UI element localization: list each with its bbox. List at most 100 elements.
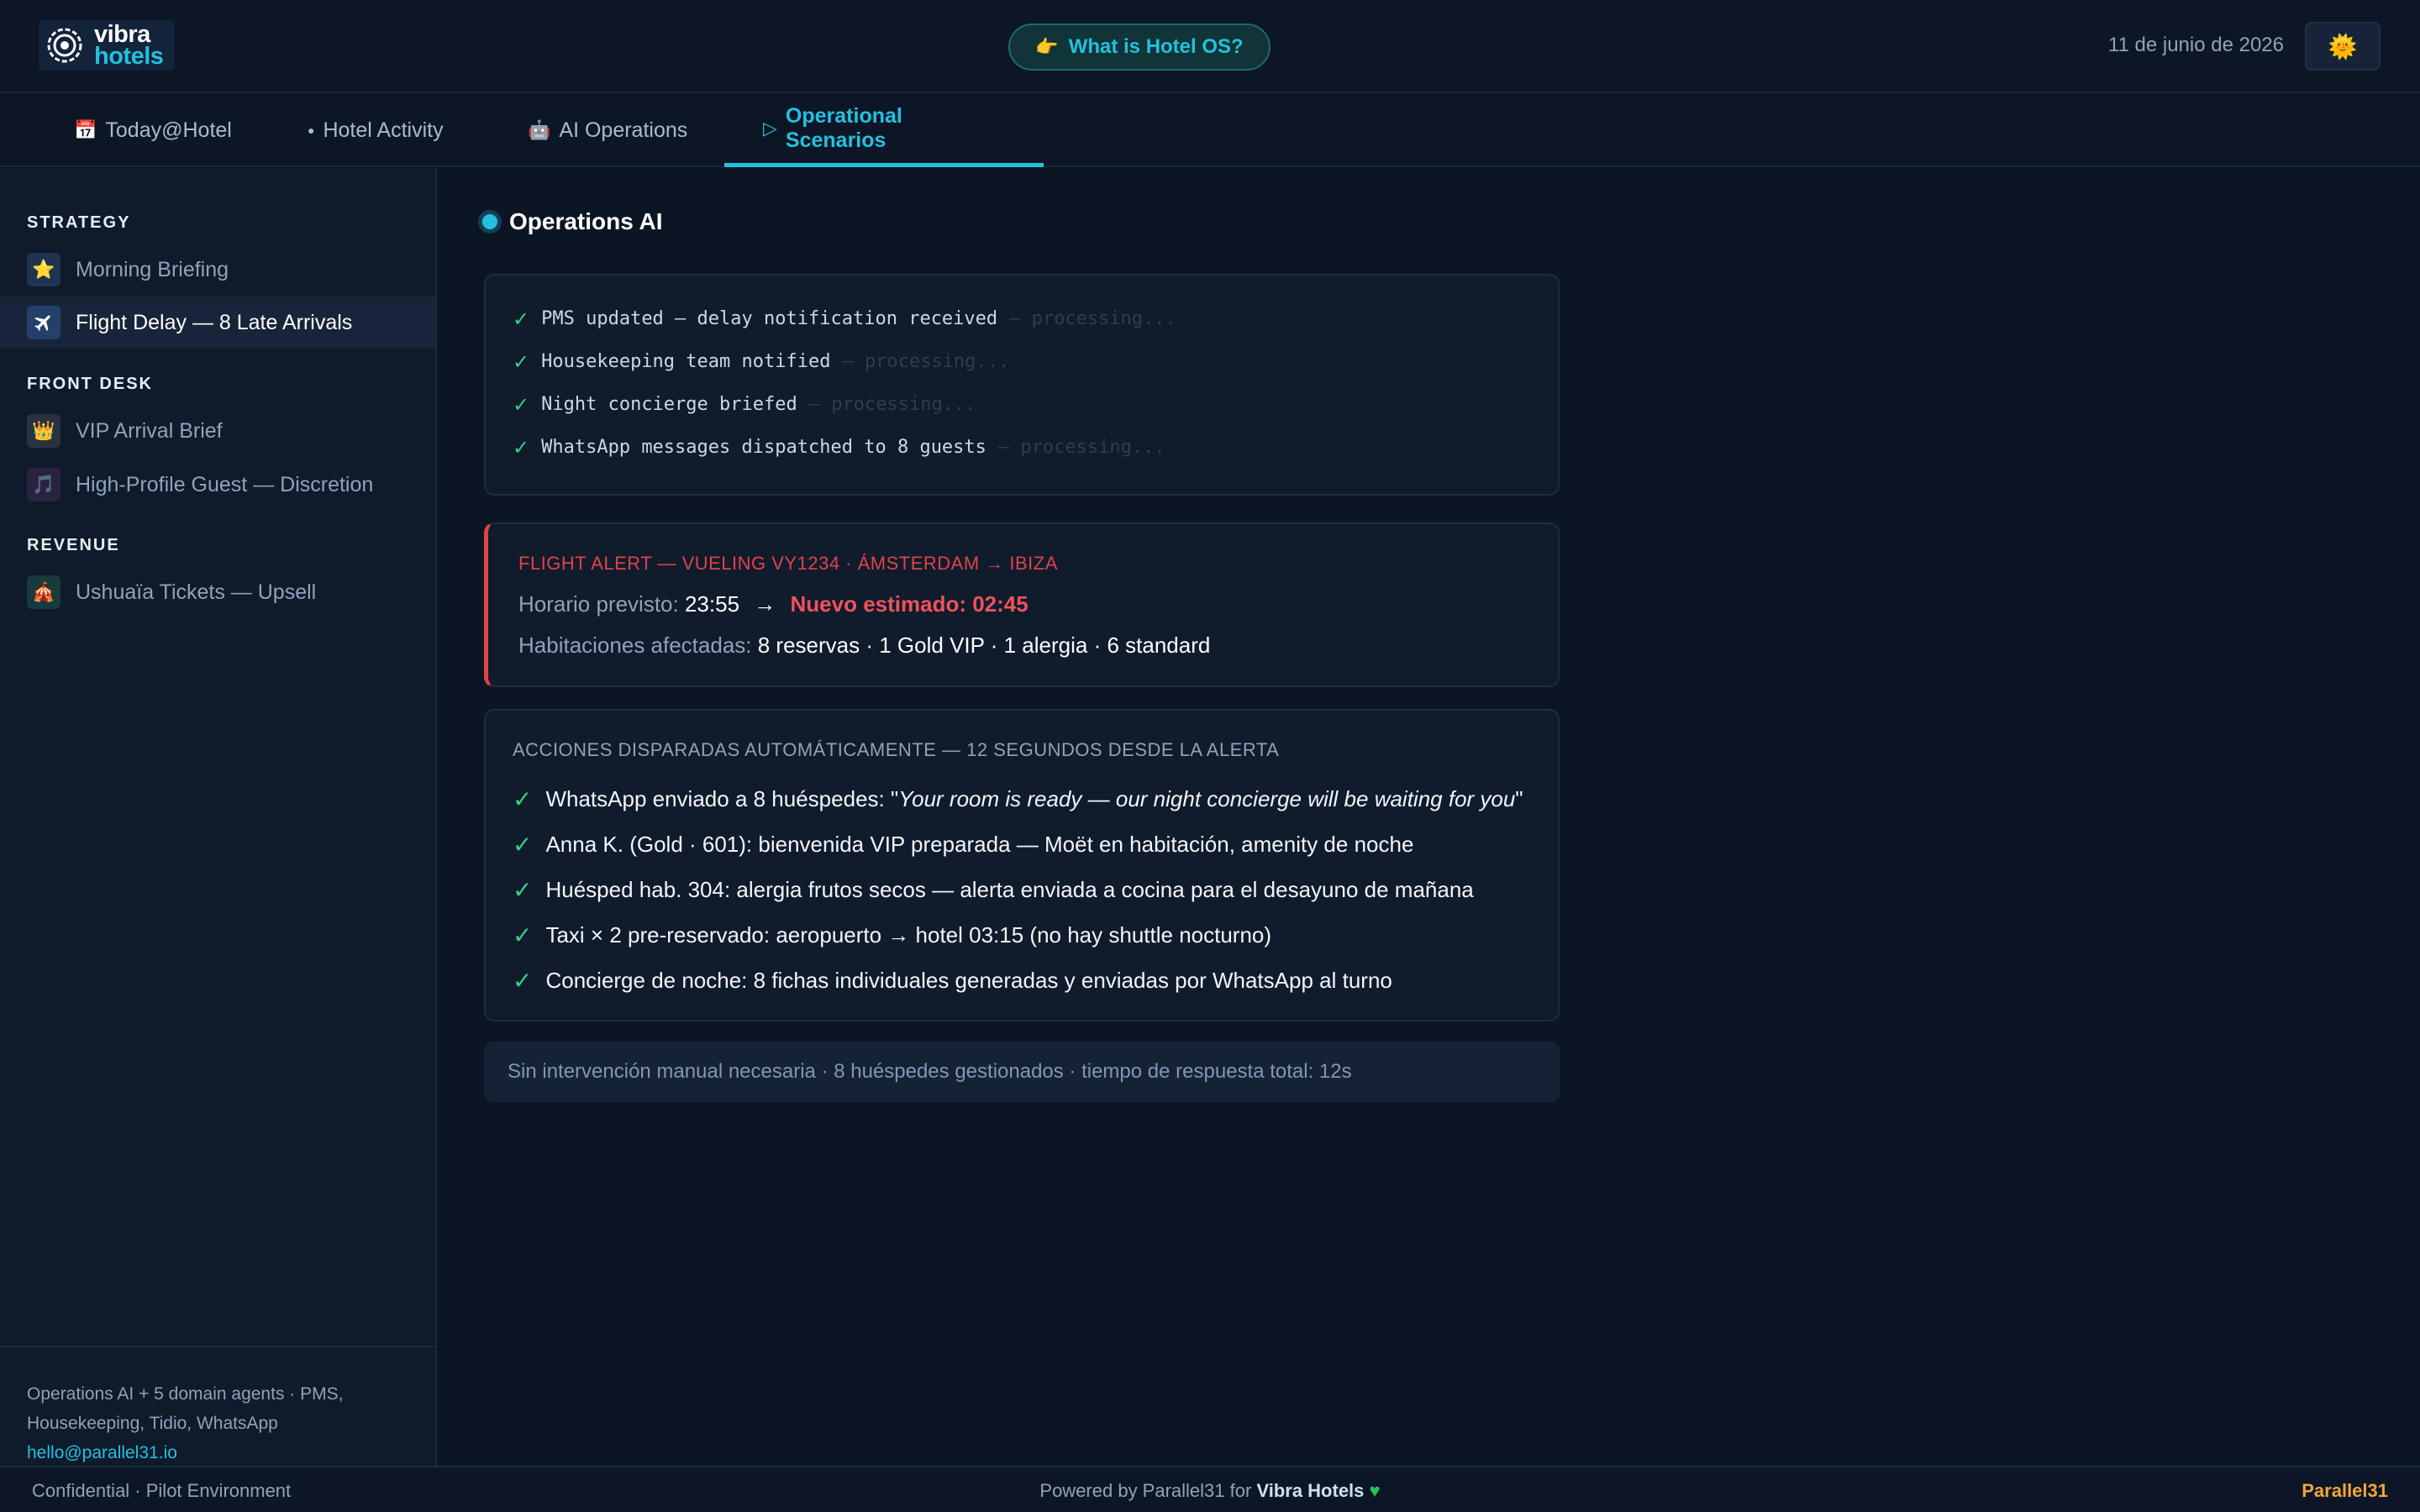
check-icon: ✓: [513, 349, 530, 374]
footer-brand: Vibra Hotels: [1256, 1480, 1365, 1501]
log-text: PMS updated — delay notification receive…: [541, 308, 998, 329]
live-status-dot-icon: [482, 214, 497, 229]
tab-today-hotel[interactable]: 📅 Today@Hotel: [35, 93, 271, 167]
action-item: ✓ Anna K. (Gold · 601): bienvenida VIP p…: [513, 822, 1558, 867]
sidebar-item-label: High-Profile Guest — Discretion: [76, 472, 374, 496]
check-icon: ✓: [513, 967, 533, 994]
action-text: WhatsApp enviado a 8 huéspedes: ": [545, 785, 899, 811]
operations-log: ✓ PMS updated — delay notification recei…: [484, 274, 1560, 496]
what-is-hotel-os-label: What is Hotel OS?: [1068, 35, 1244, 58]
main-tabs: 📅 Today@Hotel ● Hotel Activity 🤖 AI Oper…: [0, 93, 2420, 167]
section-title-revenue: REVENUE: [27, 536, 120, 554]
rooms-label: Habitaciones afectadas:: [518, 633, 752, 658]
action-text: Huésped hab. 304: alergia frutos secos —…: [545, 876, 1474, 902]
scheduled-label: Horario previsto:: [518, 591, 679, 617]
log-status: — processing...: [997, 437, 1165, 458]
action-quote: Your room is ready — our night concierge…: [898, 785, 1516, 811]
schedule-row: Horario previsto: 23:55 → Nuevo estimado…: [518, 591, 1558, 617]
log-text: WhatsApp messages dispatched to 8 guests: [541, 437, 986, 458]
action-text: Concierge de noche: 8 fichas individuale…: [545, 967, 1392, 993]
log-text: Night concierge briefed: [541, 394, 797, 415]
log-line: ✓ WhatsApp messages dispatched to 8 gues…: [486, 426, 1558, 469]
panel-title: Operations AI: [482, 208, 663, 235]
check-icon: ✓: [513, 392, 530, 417]
contact-email-link[interactable]: hello@parallel31.io: [27, 1438, 408, 1467]
panel-title-text: Operations AI: [509, 208, 663, 234]
log-line: ✓ PMS updated — delay notification recei…: [486, 297, 1558, 340]
check-icon: ✓: [513, 831, 533, 858]
log-status: — processing...: [842, 351, 1010, 372]
affected-rooms-row: Habitaciones afectadas: 8 reservas · 1 G…: [518, 633, 1558, 659]
scheduled-time: 23:55: [684, 591, 740, 617]
flight-alert-card: FLIGHT ALERT — VUELING VY1234 · ÁMSTERDA…: [484, 522, 1560, 687]
tab-operational-scenarios[interactable]: ▷ Operational Scenarios: [724, 93, 1044, 167]
sidebar-item-label: Flight Delay — 8 Late Arrivals: [76, 310, 353, 334]
sidebar-footer-text: Operations AI + 5 domain agents · PMS, H…: [27, 1384, 344, 1433]
footer-powered-text: Powered by Parallel31 for: [1039, 1480, 1252, 1501]
pointing-hand-icon: 👉: [1035, 36, 1059, 57]
sidebar-item-ushuaia-tickets[interactable]: 🎪 Ushuaïa Tickets — Upsell: [0, 566, 435, 618]
scenario-sidebar: STRATEGY ⭐ Morning Briefing Flight Delay…: [0, 168, 437, 1466]
sidebar-item-label: VIP Arrival Brief: [76, 418, 223, 443]
calendar-icon: 📅: [74, 119, 97, 140]
tab-ai-operations[interactable]: 🤖 AI Operations: [489, 93, 726, 167]
action-text: Anna K. (Gold · 601): bienvenida VIP pre…: [545, 831, 1414, 857]
log-status: — processing...: [808, 394, 976, 415]
sidebar-item-vip-arrival-brief[interactable]: 👑 VIP Arrival Brief: [0, 405, 435, 457]
sidebar-item-morning-briefing[interactable]: ⭐ Morning Briefing: [0, 244, 435, 296]
log-status: — processing...: [1009, 308, 1176, 329]
what-is-hotel-os-button[interactable]: 👉 What is Hotel OS?: [1008, 24, 1270, 71]
sun-icon: 🌞: [2328, 33, 2358, 60]
log-line: ✓ Housekeeping team notified — processin…: [486, 340, 1558, 383]
crown-icon: 👑: [27, 414, 60, 448]
tab-label: Operational Scenarios: [785, 103, 902, 152]
tab-label: AI Operations: [559, 118, 688, 142]
rooms-value: 8 reservas · 1 Gold VIP · 1 alergia · 6 …: [757, 633, 1211, 658]
footer-powered-by: Powered by Parallel31 for Vibra Hotels ♥: [0, 1480, 2420, 1502]
tab-label: Hotel Activity: [323, 118, 444, 142]
sidebar-item-label: Morning Briefing: [76, 257, 229, 281]
check-icon: ✓: [513, 435, 530, 459]
action-item: ✓ WhatsApp enviado a 8 huéspedes: "Your …: [513, 776, 1558, 822]
action-item: ✓ Huésped hab. 304: alergia frutos secos…: [513, 867, 1558, 912]
robot-icon: 🤖: [528, 119, 551, 140]
check-icon: ✓: [513, 785, 533, 812]
actions-heading: ACCIONES DISPARADAS AUTOMÁTICAMENTE — 12…: [513, 739, 1280, 760]
music-note-icon: 🎵: [27, 468, 60, 501]
tab-label: Today@Hotel: [105, 118, 232, 142]
log-text: Housekeeping team notified: [541, 351, 831, 372]
flight-alert-heading: FLIGHT ALERT — VUELING VY1234 · ÁMSTERDA…: [518, 553, 1058, 574]
vibra-hotels-logo[interactable]: vibra hotels: [39, 20, 176, 71]
dot-icon: ●: [308, 123, 315, 137]
theme-toggle-button[interactable]: 🌞: [2305, 22, 2381, 71]
top-header: vibra hotels 👉 What is Hotel OS? 11 de j…: [0, 0, 2420, 93]
sidebar-footer: Operations AI + 5 domain agents · PMS, H…: [0, 1346, 435, 1466]
check-icon: ✓: [513, 307, 530, 331]
sidebar-item-label: Ushuaïa Tickets — Upsell: [76, 580, 317, 604]
action-item: ✓ Taxi × 2 pre-reservado: aeropuerto → h…: [513, 912, 1558, 958]
star-icon: ⭐: [27, 253, 60, 286]
section-title-strategy: STRATEGY: [27, 213, 131, 232]
section-title-front-desk: FRONT DESK: [27, 375, 153, 393]
check-icon: ✓: [513, 876, 533, 903]
footer-parallel31-link[interactable]: Parallel31: [2302, 1480, 2388, 1502]
response-summary: Sin intervención manual necesaria · 8 hu…: [484, 1042, 1560, 1102]
action-text: Taxi × 2 pre-reservado: aeropuerto → hot…: [545, 921, 1272, 948]
sidebar-item-flight-delay[interactable]: Flight Delay — 8 Late Arrivals: [0, 297, 435, 349]
airplane-icon: [27, 306, 60, 339]
logo-mark-icon: [44, 24, 86, 66]
tent-icon: 🎪: [27, 575, 60, 609]
heart-icon: ♥: [1369, 1480, 1381, 1501]
new-estimate: Nuevo estimado: 02:45: [790, 591, 1028, 617]
page-footer: Confidential · Pilot Environment Powered…: [0, 1466, 2420, 1512]
logo-wordmark-line2: hotels: [94, 43, 164, 70]
sidebar-item-high-profile-guest[interactable]: 🎵 High-Profile Guest — Discretion: [0, 459, 435, 511]
tab-hotel-activity[interactable]: ● Hotel Activity: [269, 93, 482, 167]
action-suffix: ": [1515, 785, 1523, 811]
current-date: 11 de junio de 2026: [2107, 34, 2284, 56]
automatic-actions-card: ACCIONES DISPARADAS AUTOMÁTICAMENTE — 12…: [484, 709, 1560, 1021]
check-icon: ✓: [513, 921, 533, 948]
arrow-right-icon: →: [754, 591, 776, 617]
log-line: ✓ Night concierge briefed — processing..…: [486, 383, 1558, 426]
play-icon: ▷: [763, 117, 777, 139]
